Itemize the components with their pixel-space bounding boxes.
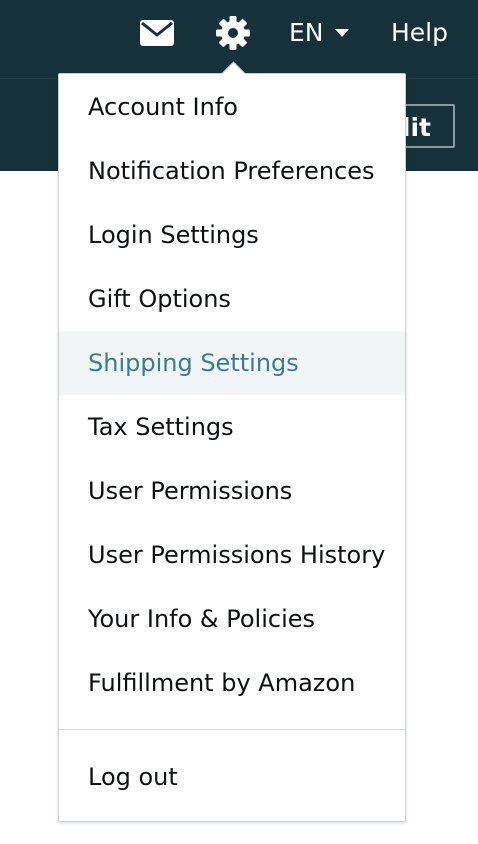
menu-item-fulfillment-by-amazon[interactable]: Fulfillment by Amazon bbox=[59, 651, 405, 715]
language-label: EN bbox=[289, 18, 324, 47]
help-link[interactable]: Help bbox=[391, 16, 448, 50]
caret-down-icon bbox=[334, 29, 349, 37]
menu-item-account-info[interactable]: Account Info bbox=[59, 75, 405, 139]
menu-item-tax-settings[interactable]: Tax Settings bbox=[59, 395, 405, 459]
menu-item-login-settings[interactable]: Login Settings bbox=[59, 203, 405, 267]
menu-divider bbox=[59, 729, 405, 730]
menu-item-user-permissions[interactable]: User Permissions bbox=[59, 459, 405, 523]
menu-item-your-info-policies[interactable]: Your Info & Policies bbox=[59, 587, 405, 651]
gear-icon[interactable] bbox=[214, 14, 252, 52]
menu-item-user-permissions-history[interactable]: User Permissions History bbox=[59, 523, 405, 587]
menu-item-gift-options[interactable]: Gift Options bbox=[59, 267, 405, 331]
mail-icon[interactable] bbox=[139, 17, 175, 49]
language-selector[interactable]: EN bbox=[289, 16, 350, 50]
logout-menu-item[interactable]: Log out bbox=[59, 745, 405, 809]
menu-item-shipping-settings[interactable]: Shipping Settings bbox=[59, 331, 405, 395]
settings-dropdown-menu: Account Info Notification Preferences Lo… bbox=[58, 61, 406, 822]
menu-item-notification-preferences[interactable]: Notification Preferences bbox=[59, 139, 405, 203]
